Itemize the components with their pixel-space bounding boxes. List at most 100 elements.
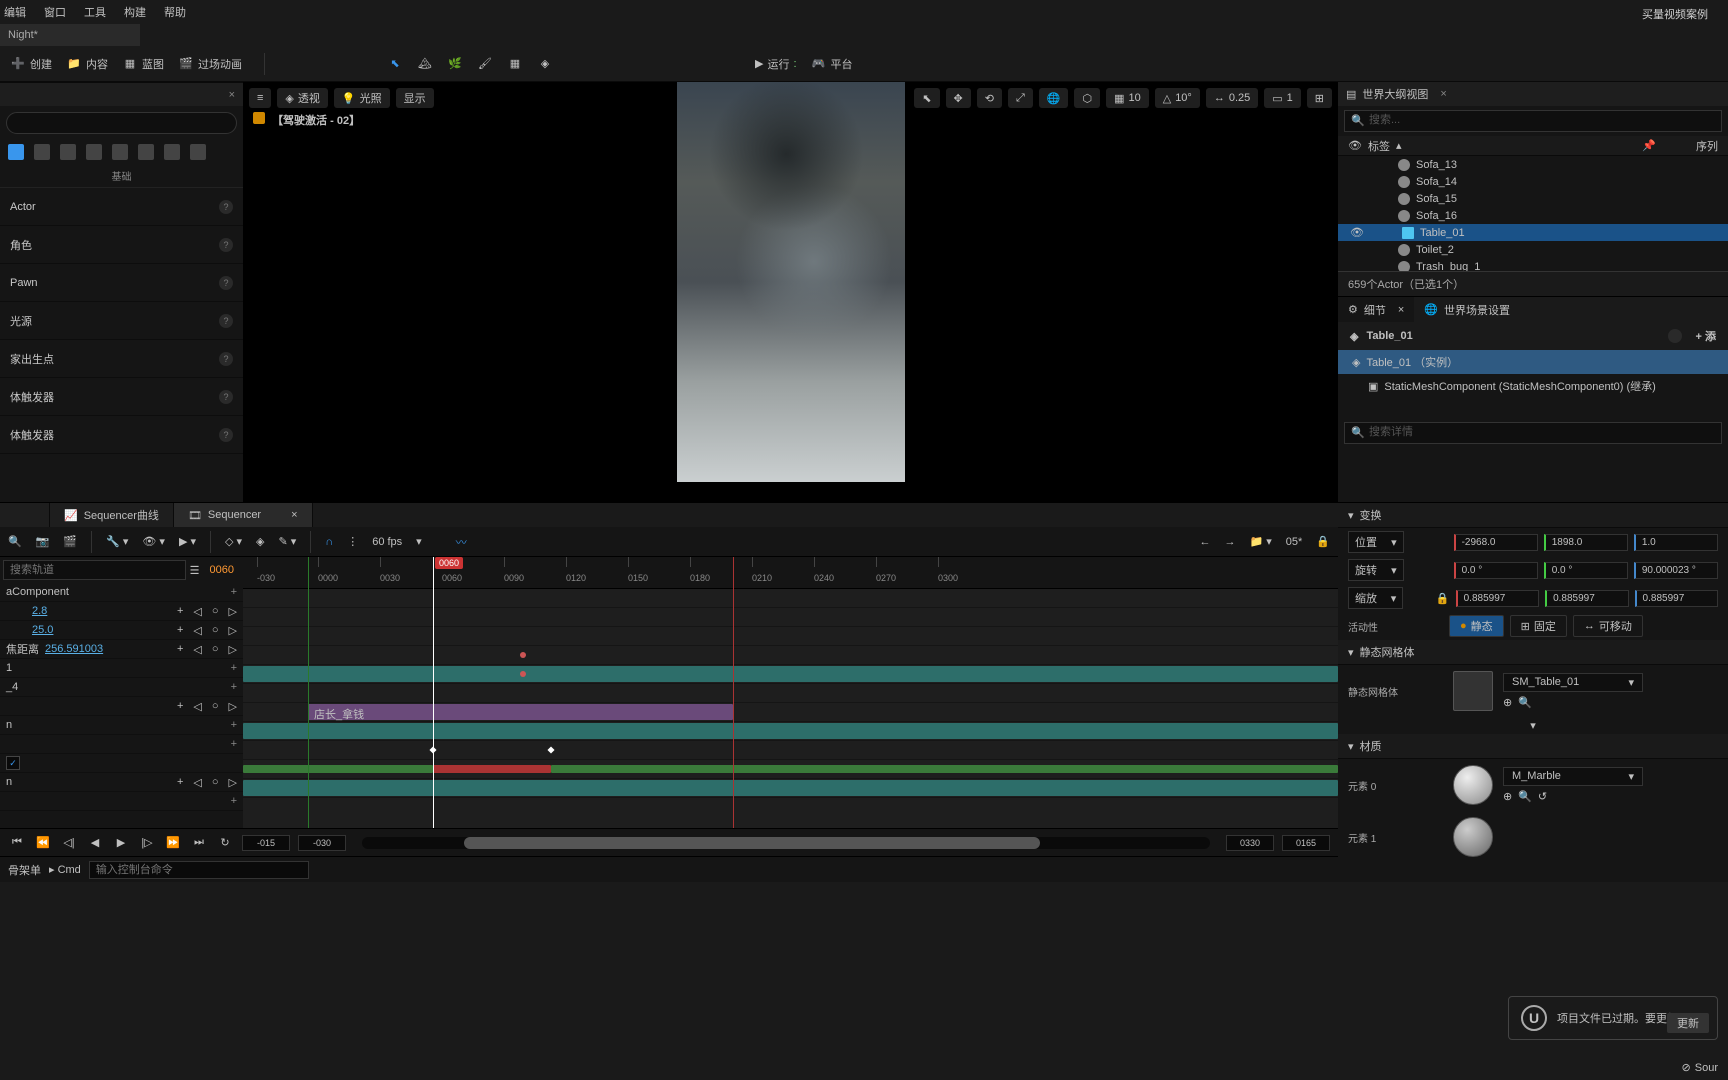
clip[interactable]: [551, 765, 1338, 773]
place-item-trigger2[interactable]: 体触发器?: [0, 416, 243, 454]
vp-lit[interactable]: 💡光照: [334, 88, 390, 108]
col-label[interactable]: 标签: [1368, 138, 1390, 154]
material-combo[interactable]: M_Marble▾: [1503, 767, 1643, 786]
menu-help[interactable]: 帮助: [164, 4, 186, 20]
vp-scale-tool[interactable]: ⤢: [1008, 88, 1033, 108]
rot-z[interactable]: 90.000023 °: [1634, 562, 1718, 579]
track-aperture[interactable]: 2.8+◁○▷: [0, 602, 243, 621]
render-icon[interactable]: 🎬: [63, 535, 77, 548]
vp-surface[interactable]: ⬡: [1074, 88, 1100, 108]
material-header[interactable]: ▾材质: [1338, 734, 1728, 759]
menu-build[interactable]: 构建: [124, 4, 146, 20]
select-icon[interactable]: ⬉: [387, 56, 403, 72]
play-start[interactable]: [308, 557, 309, 828]
content-button[interactable]: 📁内容: [66, 56, 108, 72]
clip[interactable]: [243, 666, 1338, 682]
track-4[interactable]: _4+: [0, 678, 243, 697]
transform-header[interactable]: ▾变换: [1338, 503, 1728, 528]
vp-camera[interactable]: ▭ 1: [1264, 88, 1301, 108]
create-button[interactable]: ➕创建: [10, 56, 52, 72]
close-icon[interactable]: ×: [1440, 88, 1446, 100]
vp-menu[interactable]: ≡: [249, 88, 271, 108]
play-icon[interactable]: ▶: [112, 834, 130, 852]
track-focus[interactable]: 焦距离256.591003+◁○▷: [0, 640, 243, 659]
clip[interactable]: [243, 765, 433, 773]
world-settings-tab[interactable]: 🌐世界场景设置: [1414, 297, 1520, 322]
outliner-row[interactable]: Sofa_13: [1338, 156, 1728, 173]
anim-clip[interactable]: 店长_拿钱: [308, 704, 733, 720]
track-row[interactable]: [0, 754, 243, 773]
clip[interactable]: [433, 765, 551, 773]
blueprint-button[interactable]: ▦蓝图: [122, 56, 164, 72]
material-thumbnail[interactable]: [1453, 765, 1493, 805]
play-end[interactable]: [733, 557, 734, 828]
key-icon[interactable]: ◇ ▾: [225, 535, 242, 548]
console-menu[interactable]: 骨架单: [8, 862, 41, 878]
outliner-row[interactable]: Toilet_2: [1338, 241, 1728, 258]
wrench-icon[interactable]: 🔧 ▾: [106, 535, 128, 548]
mesh-asset-combo[interactable]: SM_Table_01▾: [1503, 673, 1643, 692]
chevron-down-icon[interactable]: ▾: [1530, 720, 1536, 732]
menu-window[interactable]: 窗口: [44, 4, 66, 20]
place-item-character[interactable]: 角色?: [0, 226, 243, 264]
seq-tab-curves[interactable]: 📈Sequencer曲线: [50, 503, 174, 527]
more-icon[interactable]: ⋮: [347, 535, 358, 548]
autokey-icon[interactable]: ◈: [256, 535, 264, 548]
key-icon[interactable]: ○: [212, 605, 219, 618]
ruler[interactable]: -030 0000 0030 0060 0090 0120 0150 0180 …: [243, 557, 1338, 589]
reset-icon[interactable]: ↺: [1538, 790, 1547, 803]
update-button[interactable]: 更新: [1667, 1013, 1709, 1033]
category-icon[interactable]: [34, 144, 50, 160]
category-icon[interactable]: [164, 144, 180, 160]
add-component[interactable]: + 添: [1696, 328, 1716, 344]
static-mesh-header[interactable]: ▾静态网格体: [1338, 640, 1728, 665]
rot-y[interactable]: 0.0 °: [1544, 562, 1628, 579]
vp-move-tool[interactable]: ✥: [946, 88, 971, 108]
source-control[interactable]: ⊘Sour: [1682, 1061, 1718, 1074]
browse-icon[interactable]: 🔍: [1518, 696, 1532, 709]
outliner-row[interactable]: Sofa_14: [1338, 173, 1728, 190]
lock-icon[interactable]: 🔒: [1436, 592, 1450, 605]
help-icon[interactable]: ?: [219, 428, 233, 442]
seq-tab-blank[interactable]: [0, 503, 50, 527]
range-end[interactable]: 0330: [1226, 835, 1274, 851]
col-sequence[interactable]: 序列: [1696, 138, 1718, 154]
track-row[interactable]: n+: [0, 716, 243, 735]
filter-icon[interactable]: ☰: [190, 564, 200, 577]
help-icon[interactable]: ?: [219, 200, 233, 214]
landscape-icon[interactable]: 🏔: [417, 56, 433, 72]
vp-camera-speed[interactable]: ↔ 0.25: [1206, 88, 1258, 108]
outliner-list[interactable]: Sofa_13 Sofa_14 Sofa_15 Sofa_16 👁Table_0…: [1338, 156, 1728, 271]
rot-x[interactable]: 0.0 °: [1454, 562, 1538, 579]
place-tab[interactable]: ×: [0, 82, 243, 106]
checkbox[interactable]: [6, 756, 20, 770]
fracture-icon[interactable]: ◈: [537, 56, 553, 72]
loc-x[interactable]: -2968.0: [1454, 534, 1538, 551]
scale-z[interactable]: 0.885997: [1635, 590, 1718, 607]
goto-end-icon[interactable]: ⏭: [190, 834, 208, 852]
viewport[interactable]: ≡ ◈透视 💡光照 显示 【驾驶激活 - 02】 ⬉ ✥ ⟲ ⤢ 🌐 ⬡ ▦ 1…: [243, 82, 1338, 502]
edit-icon[interactable]: ✎ ▾: [279, 535, 297, 548]
track-row[interactable]: +: [0, 735, 243, 754]
lock-icon[interactable]: 🔒: [1316, 535, 1330, 548]
clip[interactable]: [243, 780, 1338, 796]
search-icon[interactable]: 🔍: [8, 535, 22, 548]
help-icon[interactable]: ?: [219, 352, 233, 366]
menu-tools[interactable]: 工具: [84, 4, 106, 20]
use-asset-icon[interactable]: ⊕: [1503, 696, 1512, 709]
mesh-thumbnail[interactable]: [1453, 671, 1493, 711]
category-icon[interactable]: [112, 144, 128, 160]
place-item-trigger[interactable]: 体触发器?: [0, 378, 243, 416]
track-focal[interactable]: 25.0+◁○▷: [0, 621, 243, 640]
location-label[interactable]: 位置▾: [1348, 531, 1404, 553]
timeline[interactable]: -030 0000 0030 0060 0090 0120 0150 0180 …: [243, 557, 1338, 828]
category-icon[interactable]: [8, 144, 24, 160]
cinematics-button[interactable]: 🎬过场动画: [178, 56, 242, 72]
foliage-icon[interactable]: 🌿: [447, 56, 463, 72]
help-icon[interactable]: ?: [219, 390, 233, 404]
play-button[interactable]: ▶运行 :: [755, 56, 797, 72]
track-row[interactable]: +: [0, 792, 243, 811]
curve-icon[interactable]: 〰: [456, 534, 467, 550]
outliner-tab[interactable]: ▤ 世界大纲视图×: [1338, 82, 1728, 106]
outliner-row-selected[interactable]: 👁Table_01: [1338, 224, 1728, 241]
